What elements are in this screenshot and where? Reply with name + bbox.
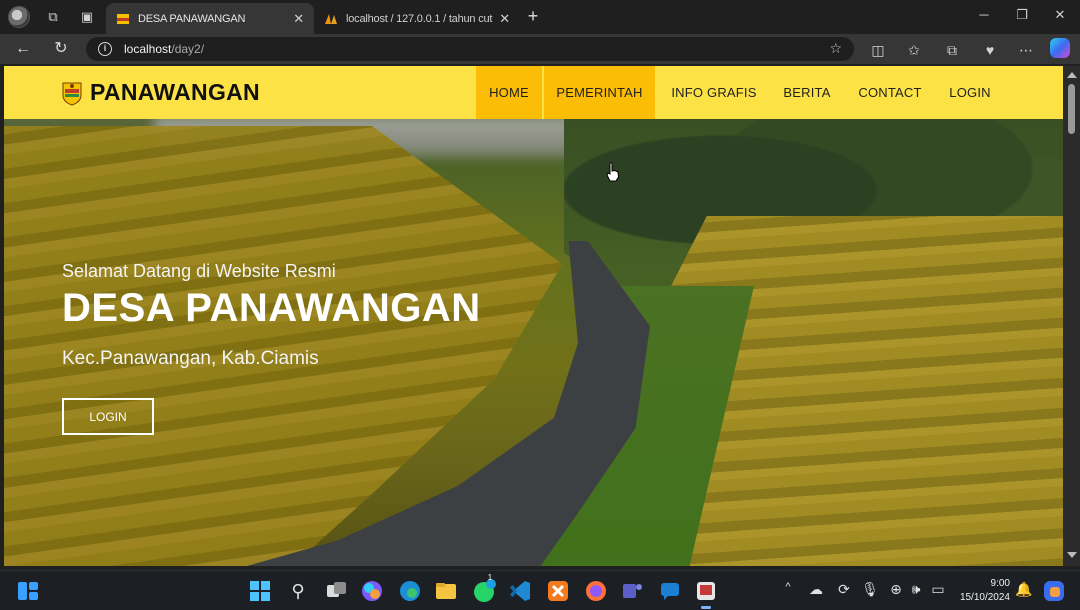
close-window-icon[interactable]: ✕: [1050, 7, 1070, 23]
phpmyadmin-favicon-icon: [325, 13, 337, 24]
tab-title: DESA PANAWANGAN: [138, 12, 246, 25]
back-icon[interactable]: ←: [12, 38, 34, 60]
nav-home[interactable]: HOME: [476, 66, 542, 119]
clock-time: 9:00: [990, 578, 1010, 589]
browser-toolbar: ← ↻ i localhost/day2/ ☆ ◫ ✩ ⧉ ♥ ⋯: [0, 34, 1080, 64]
page-scrollbar[interactable]: [1063, 66, 1080, 566]
clock-date: 15/10/2024: [959, 592, 1010, 603]
volume-icon[interactable]: 🕪: [906, 581, 926, 598]
url-host: localhost: [124, 42, 172, 56]
nav-pemerintah[interactable]: PEMERINTAH: [544, 66, 655, 119]
whatsapp-icon[interactable]: [472, 579, 496, 603]
vscode-icon[interactable]: [508, 579, 532, 603]
close-tab-icon[interactable]: ✕: [499, 11, 510, 27]
active-app-indicator: [701, 606, 711, 609]
copilot-icon[interactable]: [1050, 38, 1070, 58]
search-icon[interactable]: ⚲: [288, 581, 308, 602]
firefox-icon[interactable]: [584, 579, 608, 603]
split-screen-icon[interactable]: ◫: [868, 40, 888, 60]
site-navbar: PANAWANGAN HOME PEMERINTAH INFO GRAFIS B…: [4, 66, 1063, 119]
onedrive-icon[interactable]: ☁: [806, 581, 826, 598]
nav-login[interactable]: LOGIN: [940, 66, 1000, 119]
more-menu-icon[interactable]: ⋯: [1016, 40, 1036, 60]
task-view-icon[interactable]: [324, 579, 348, 603]
site-brand[interactable]: PANAWANGAN: [62, 79, 260, 106]
web-page: PANAWANGAN HOME PEMERINTAH INFO GRAFIS B…: [4, 66, 1063, 566]
favorites-icon[interactable]: ✩: [904, 40, 924, 60]
hand-cursor-icon: [606, 162, 620, 182]
windows-taskbar: ⚲ 1 ^ ☁ ⟳ 🎙 ⊕ 🕪 ▭ 9:00 15/10/2024 🔔: [0, 570, 1080, 610]
address-bar[interactable]: i localhost/day2/ ☆: [86, 37, 854, 61]
hero-welcome-text: Selamat Datang di Website Resmi: [62, 261, 336, 281]
site-info-icon[interactable]: i: [98, 42, 112, 56]
hero-headline: DESA PANAWANGAN: [62, 286, 481, 330]
xampp-icon[interactable]: [546, 579, 570, 603]
tab-desa-panawangan[interactable]: DESA PANAWANGAN ✕: [106, 3, 314, 34]
village-logo-icon: [62, 82, 82, 106]
village-favicon-icon: [117, 13, 129, 24]
hero-login-button[interactable]: LOGIN: [62, 398, 154, 435]
workspaces-icon[interactable]: ⧉: [42, 6, 64, 28]
close-tab-icon[interactable]: ✕: [293, 11, 304, 27]
snipping-tool-icon[interactable]: [694, 579, 718, 603]
show-hidden-icons[interactable]: ^: [778, 581, 798, 593]
copilot-tray-icon[interactable]: [1042, 579, 1066, 603]
start-windows-icon[interactable]: [248, 579, 272, 603]
new-tab-button[interactable]: +: [522, 6, 544, 28]
teams-icon[interactable]: [620, 579, 644, 603]
collections-icon[interactable]: ⧉: [942, 40, 962, 60]
url-path: /day2/: [171, 42, 205, 56]
file-explorer-icon[interactable]: [434, 579, 458, 603]
reload-icon[interactable]: ↻: [50, 38, 72, 60]
profile-avatar[interactable]: [8, 6, 30, 28]
minimize-icon[interactable]: ─: [974, 7, 994, 22]
chat-app-icon[interactable]: [658, 579, 682, 603]
copilot-taskbar-icon[interactable]: [360, 579, 384, 603]
microphone-icon[interactable]: 🎙: [860, 581, 880, 598]
brand-name: PANAWANGAN: [90, 79, 260, 105]
scroll-down-icon[interactable]: [1067, 552, 1077, 558]
battery-icon[interactable]: ▭: [928, 581, 948, 598]
language-icon[interactable]: ⊕: [886, 581, 906, 598]
extensions-icon[interactable]: ♥: [980, 40, 1000, 60]
favorite-star-icon[interactable]: ☆: [829, 40, 842, 57]
restore-icon[interactable]: ❐: [1012, 7, 1032, 23]
widgets-icon[interactable]: [16, 579, 40, 603]
scroll-up-icon[interactable]: [1067, 72, 1077, 78]
sync-icon[interactable]: ⟳: [834, 581, 854, 598]
tab-actions-icon[interactable]: ▣: [76, 6, 98, 28]
nav-info-grafis[interactable]: INFO GRAFIS: [662, 66, 766, 119]
notifications-bell-icon[interactable]: 🔔: [1014, 581, 1034, 598]
hero-subtitle: Kec.Panawangan, Kab.Ciamis: [62, 348, 319, 369]
taskbar-clock[interactable]: 9:00 15/10/2024: [956, 577, 1010, 605]
whatsapp-badge: 1: [487, 573, 493, 582]
nav-berita[interactable]: BERITA: [774, 66, 840, 119]
nav-contact[interactable]: CONTACT: [850, 66, 930, 119]
tab-title: localhost / 127.0.0.1 / tahun cuti: [346, 12, 494, 25]
scroll-thumb[interactable]: [1068, 84, 1075, 134]
edge-icon[interactable]: [398, 579, 422, 603]
tab-phpmyadmin[interactable]: localhost / 127.0.0.1 / tahun cuti ✕: [314, 3, 520, 34]
